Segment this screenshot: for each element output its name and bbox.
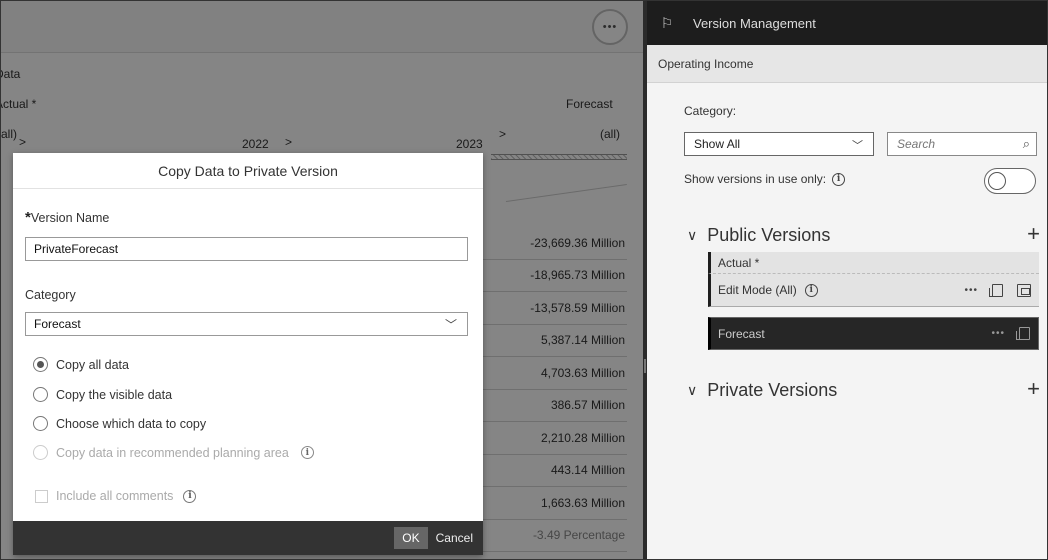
info-icon[interactable]: i	[804, 283, 818, 297]
version-name-label: *Version Name	[25, 209, 109, 226]
search-placeholder: Search	[897, 137, 936, 151]
ok-button[interactable]: OK	[394, 527, 428, 549]
version-name-input[interactable]: PrivateForecast	[25, 237, 468, 261]
private-versions-header[interactable]: ∨ Private Versions +	[687, 377, 1042, 403]
radio-label: Choose which data to copy	[56, 416, 207, 431]
version-name: Actual *	[718, 255, 760, 270]
radio-label: Copy the visible data	[56, 387, 173, 402]
version-row-actual[interactable]: Actual *	[708, 252, 1039, 274]
chevron-down-icon: ﹀	[852, 140, 863, 152]
radio-copy-all[interactable]: Copy all data	[33, 357, 129, 372]
version-name: Forecast	[718, 326, 765, 341]
checkbox-disabled	[35, 489, 48, 503]
signpost-icon: ⚐	[660, 14, 674, 31]
radio-button[interactable]	[33, 387, 48, 402]
more-icon[interactable]: •••	[964, 285, 978, 296]
radio-button[interactable]	[33, 416, 48, 431]
public-versions-title: Public Versions	[707, 224, 831, 245]
radio-button-selected[interactable]	[33, 357, 48, 372]
category-select[interactable]: Show All ﹀	[684, 132, 874, 156]
chevron-down-icon: ﹀	[444, 318, 457, 332]
public-versions-header[interactable]: ∨ Public Versions +	[687, 222, 1042, 248]
chevron-down-icon[interactable]: ∨	[687, 382, 697, 399]
category-value: Forecast	[34, 317, 81, 331]
app-frame: ••• Data Actual * Forecast (all) > 2022 …	[0, 0, 1048, 560]
chevron-down-icon[interactable]: ∨	[687, 227, 697, 244]
panel-header: ⚐ Version Management	[647, 1, 1047, 45]
version-name-value: PrivateForecast	[34, 242, 119, 256]
dialog-footer: OK Cancel	[13, 521, 483, 555]
category-select[interactable]: Forecast ﹀	[25, 312, 468, 336]
info-icon[interactable]: i	[183, 489, 197, 503]
add-private-version-button[interactable]: +	[1027, 377, 1040, 401]
version-actions: •••	[964, 274, 1031, 306]
checkbox-label: Include all comments	[56, 489, 174, 503]
in-use-row: Show versions in use only: i	[684, 172, 846, 186]
search-input[interactable]: Search ⌕	[887, 132, 1037, 156]
cancel-button[interactable]: Cancel	[436, 531, 473, 545]
category-label: Category:	[684, 104, 737, 118]
panel-title: Version Management	[693, 15, 816, 31]
in-use-toggle[interactable]	[984, 168, 1036, 194]
radio-recommended-area: Copy data in recommended planning area i	[33, 445, 314, 460]
more-icon[interactable]: •••	[991, 328, 1005, 339]
radio-button-disabled	[33, 445, 48, 460]
version-actions: •••	[991, 318, 1030, 349]
add-public-version-button[interactable]: +	[1027, 222, 1040, 246]
category-label: Category	[25, 288, 76, 302]
search-icon[interactable]: ⌕	[1023, 136, 1030, 152]
version-row-edit-mode[interactable]: Edit Mode (All) i •••	[708, 274, 1039, 307]
radio-label: Copy data in recommended planning area	[56, 445, 289, 460]
info-icon[interactable]: i	[832, 172, 846, 186]
radio-copy-visible[interactable]: Copy the visible data	[33, 387, 172, 402]
panel-subtitle: Operating Income	[647, 45, 1047, 83]
publish-icon[interactable]	[1017, 283, 1031, 297]
copy-icon[interactable]	[1016, 327, 1030, 340]
copy-icon[interactable]	[989, 283, 1003, 297]
version-name: Edit Mode (All)	[718, 283, 797, 297]
version-name-label-text: Version Name	[30, 211, 110, 225]
radio-label: Copy all data	[56, 357, 129, 372]
category-select-value: Show All	[694, 137, 741, 151]
copy-data-dialog: Copy Data to Private Version *Version Na…	[13, 153, 483, 555]
splitter-grip[interactable]	[644, 359, 646, 373]
info-icon[interactable]: i	[300, 446, 314, 459]
in-use-label: Show versions in use only:	[684, 172, 827, 186]
private-versions-title: Private Versions	[707, 379, 838, 400]
public-version-list: Actual * Edit Mode (All) i ••• Forecast …	[708, 252, 1039, 350]
dialog-title: Copy Data to Private Version	[13, 153, 483, 189]
include-comments-checkbox: Include all comments i	[35, 489, 197, 503]
version-management-panel: ⚐ Version Management Operating Income Ca…	[647, 1, 1047, 559]
toggle-knob	[988, 172, 1006, 190]
version-row-forecast[interactable]: Forecast •••	[708, 317, 1039, 350]
radio-choose-data[interactable]: Choose which data to copy	[33, 416, 206, 431]
